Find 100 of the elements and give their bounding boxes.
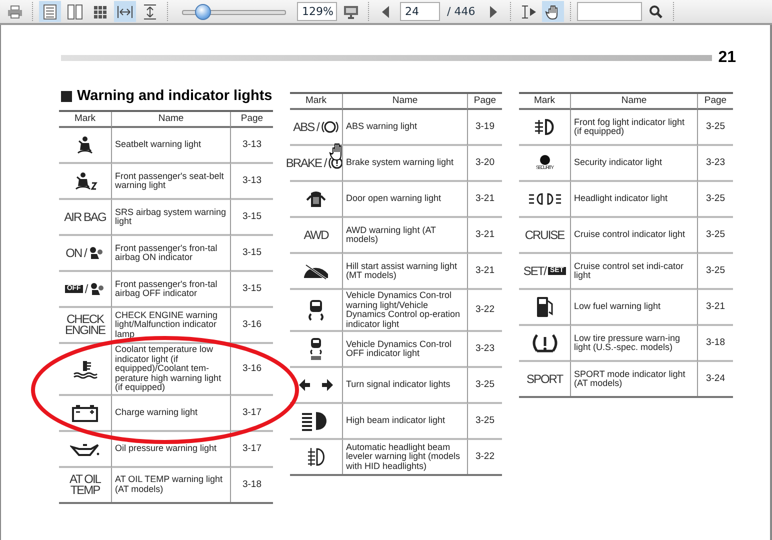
column-header: Mark xyxy=(305,96,327,106)
slider-thumb[interactable] xyxy=(194,4,211,20)
table-cell: Low fuel warning light xyxy=(574,302,661,312)
mark-label: AT OIL TEMP xyxy=(70,474,100,496)
door-open-icon xyxy=(305,189,327,209)
table-cell: 3-15 xyxy=(242,284,262,294)
skidding-car-icon xyxy=(306,298,326,322)
mark-label: BRAKE / xyxy=(286,158,326,168)
table-cell: 3-25 xyxy=(706,194,725,204)
fuel-pump-icon xyxy=(534,295,554,319)
dot-icon xyxy=(540,155,550,165)
table-cell-text: SPORT mode indicator light (AT models) xyxy=(574,370,686,388)
mark-label: SPORT xyxy=(526,374,563,384)
column-header: Page xyxy=(474,96,496,106)
mark-label: CHECK ENGINE xyxy=(64,314,105,336)
table-cell: 3-17 xyxy=(242,408,262,418)
table-cell: 3-16 xyxy=(242,364,262,374)
headlight-icon xyxy=(528,192,562,206)
table-cell-text: AWD warning light (AT models) xyxy=(346,226,437,244)
headlight-leveler-icon xyxy=(305,445,327,469)
table-cell: 3-23 xyxy=(475,344,494,354)
turn-arrows-icon xyxy=(298,378,334,392)
table-cell: 3-21 xyxy=(475,194,494,204)
table-cell: Door open warning light xyxy=(346,194,442,204)
page-field[interactable]: 24 xyxy=(400,2,440,21)
mark-label: CRUISE xyxy=(524,230,564,240)
table-cell: Security indicator light xyxy=(574,158,662,168)
table-cell-text: Automatic headlight beam leveler warning light (models with HID headlights) xyxy=(346,442,462,472)
table-cell: 3-13 xyxy=(242,176,262,186)
table-cell-text: Coolant temperature low indicator light (if equipped)/Coolant tem-perature high warning light (if equipped) xyxy=(115,345,222,392)
right-arrow-icon xyxy=(489,6,498,18)
column-header: Mark xyxy=(534,96,556,106)
section-heading: Warning and indicator lights xyxy=(77,88,272,104)
table-cell-text: Front passenger's fron-tal airbag OFF indicator xyxy=(115,280,218,298)
table-cell-text: Front passenger's fron-tal airbag ON indicator xyxy=(115,244,218,262)
table-cell: 3-21 xyxy=(475,266,494,276)
bullet-icon xyxy=(61,90,72,102)
tire-pressure-icon xyxy=(532,333,558,353)
column-header: Page xyxy=(240,114,264,124)
search-field[interactable] xyxy=(577,2,642,21)
page-total: / 446 xyxy=(447,5,476,18)
table-cell: 3-24 xyxy=(706,374,725,384)
table-cell: 3-18 xyxy=(706,338,725,348)
hand-tool-button[interactable] xyxy=(542,1,564,22)
table-cell: Turn signal indicator lights xyxy=(346,380,450,390)
mark-label: / xyxy=(84,284,88,294)
brake-warning-icon xyxy=(320,119,339,135)
table-cell-text: AT OIL TEMP warning light (AT models) xyxy=(115,475,224,494)
left-arrow-icon xyxy=(382,6,390,18)
column-header: Mark xyxy=(74,114,96,124)
table-cell: 3-22 xyxy=(475,452,494,462)
mark-label: AIR BAG xyxy=(64,212,106,222)
table-cell: Oil pressure warning light xyxy=(115,444,217,454)
table-cell: 3-20 xyxy=(475,158,494,168)
mark-label: AWD xyxy=(304,230,328,240)
table-cell: Seatbelt warning light xyxy=(115,140,202,150)
table-cell: 3-25 xyxy=(706,230,725,240)
fit-width-button[interactable] xyxy=(114,1,136,22)
table-cell: SRS airbag system warning light xyxy=(115,208,227,226)
grid-icon xyxy=(93,4,107,18)
table-cell: 3-17 xyxy=(242,444,262,454)
table-cell: High beam indicator light xyxy=(346,416,446,426)
zoom-field[interactable]: 129% xyxy=(297,2,337,21)
table-cell: Brake system warning light xyxy=(346,158,454,168)
table-cell-text: Hill start assist warning light (MT models) xyxy=(346,262,458,280)
table-cell-text: Vehicle Dynamics Con-trol warning light/Vehicle Dynamics Control op-eration indicator light xyxy=(346,291,462,329)
zoom-slider[interactable] xyxy=(182,4,286,20)
table-cell: 3-13 xyxy=(242,140,262,150)
table-cell: 3-21 xyxy=(706,302,725,312)
table-cell: 3-25 xyxy=(706,266,725,276)
table-cell-text: CHECK ENGINE warning light/Malfunction indicator lamp xyxy=(115,310,219,340)
page-number: 21 xyxy=(718,49,736,67)
column-header: Page xyxy=(704,96,727,106)
airbag-icon xyxy=(89,282,106,296)
table-cell: 3-23 xyxy=(706,158,725,168)
table-cell: 3-18 xyxy=(242,480,262,490)
thermometer-icon xyxy=(72,358,98,379)
table-cell: Cruise control indicator light xyxy=(574,230,686,240)
table-cell: 3-25 xyxy=(475,416,494,426)
mark-label: ON / xyxy=(66,248,86,258)
table-cell: ABS warning light xyxy=(346,122,418,132)
table-cell: 3-19 xyxy=(475,122,494,132)
table-cell: 3-15 xyxy=(242,212,262,222)
table-cell-text: Cruise control set indi-cator light xyxy=(574,262,685,280)
column-header: Name xyxy=(621,96,647,106)
table-cell-text: Front fog light indicator light (if equipped) xyxy=(574,118,686,136)
table-cell: 3-22 xyxy=(475,305,494,315)
table-cell-text: Front passenger's seat-belt warning light xyxy=(115,172,225,190)
table-cell: 3-25 xyxy=(706,122,725,132)
table-cell: 3-16 xyxy=(242,320,262,330)
single-page-button[interactable] xyxy=(39,1,61,22)
table-cell: 3-15 xyxy=(242,248,262,258)
table-cell: Charge warning light xyxy=(115,408,198,418)
column-header: Name xyxy=(158,114,184,124)
column-header: Name xyxy=(392,96,418,106)
table-cell: 3-25 xyxy=(475,380,494,390)
mark-label: ABS / xyxy=(293,122,319,132)
table-cell-text: Vehicle Dynamics Con-trol OFF indicator light xyxy=(346,340,453,358)
mark-label: SET/ xyxy=(523,266,546,276)
battery-icon xyxy=(71,402,99,422)
